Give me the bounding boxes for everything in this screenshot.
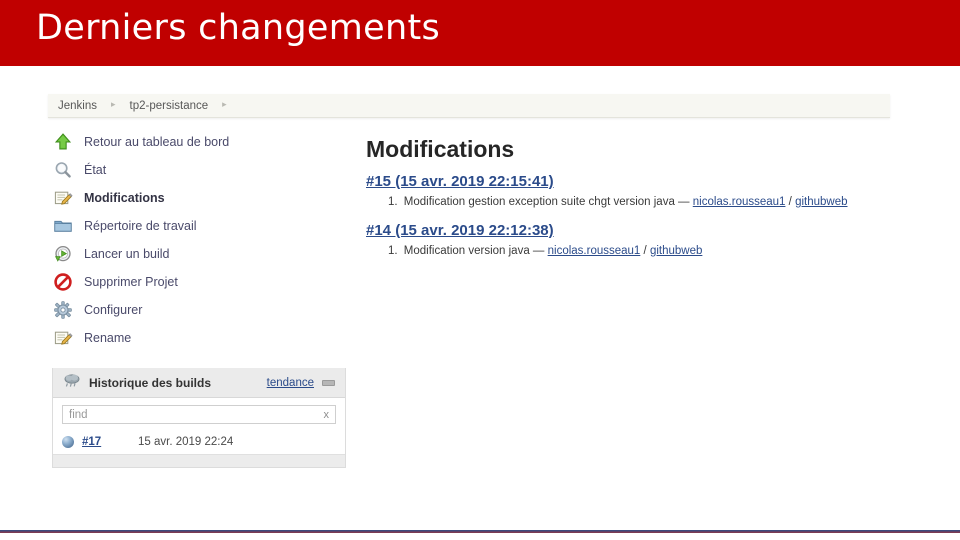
breadcrumb-item-project[interactable]: tp2-persistance <box>130 100 209 112</box>
find-placeholder: find <box>69 408 88 421</box>
weather-cloud-icon <box>63 372 81 393</box>
sidebar-item-retour-tableau-de-bord[interactable]: Retour au tableau de bord <box>52 128 348 156</box>
build-date: 15 avr. 2019 22:24 <box>138 436 234 448</box>
build-history-panel: Historique des builds tendance find x #1… <box>52 368 346 468</box>
build-status-ball-icon <box>62 436 74 448</box>
build-row[interactable]: #17 15 avr. 2019 22:24 <box>53 430 345 454</box>
changeset-list: 1. Modification gestion exception suite … <box>366 196 886 208</box>
changeset-build-link[interactable]: #14 (15 avr. 2019 22:12:38) <box>366 222 886 239</box>
build-find-input[interactable]: find x <box>62 405 336 424</box>
changeset-index: 1. <box>388 196 398 208</box>
sidebar-item-supprimer-projet[interactable]: Supprimer Projet <box>52 268 348 296</box>
changeset-message: Modification gestion exception suite chg… <box>403 196 675 208</box>
sidebar-item-label: Rename <box>84 331 132 345</box>
changeset-author-link[interactable]: nicolas.rousseau1 <box>693 196 786 208</box>
changeset-repo-link[interactable]: githubweb <box>795 196 847 208</box>
changeset-repo-link[interactable]: githubweb <box>650 245 702 257</box>
no-entry-icon <box>52 271 74 293</box>
sidebar-item-configurer[interactable]: Configurer <box>52 296 348 324</box>
list-item: 1. Modification gestion exception suite … <box>388 196 886 208</box>
build-find-area: find x <box>53 398 345 430</box>
magnifier-icon <box>52 159 74 181</box>
changeset-list: 1. Modification version java — nicolas.r… <box>366 245 886 257</box>
sidebar: Retour au tableau de bord État Modificat… <box>52 128 348 352</box>
sidebar-item-etat[interactable]: État <box>52 156 348 184</box>
chevron-right-icon: ▸ <box>222 99 227 109</box>
list-item: 1. Modification version java — nicolas.r… <box>388 245 886 257</box>
edit-pencil-icon <box>52 187 74 209</box>
page-title: Derniers changements <box>36 8 441 48</box>
build-history-title: Historique des builds <box>89 375 212 390</box>
sidebar-item-rename[interactable]: Rename <box>52 324 348 352</box>
sidebar-item-label: Supprimer Projet <box>84 275 178 289</box>
sidebar-item-repertoire-de-travail[interactable]: Répertoire de travail <box>52 212 348 240</box>
build-number-link[interactable]: #17 <box>82 436 138 448</box>
build-history-header: Historique des builds tendance <box>53 368 345 398</box>
jenkins-screenshot: Jenkins ▸ tp2-persistance ▸ Retour au ta… <box>0 66 960 530</box>
sidebar-item-lancer-un-build[interactable]: Lancer un build <box>52 240 348 268</box>
sidebar-item-label: Retour au tableau de bord <box>84 135 230 149</box>
up-arrow-icon <box>52 131 74 153</box>
clear-icon[interactable]: x <box>324 409 330 421</box>
breadcrumb: Jenkins ▸ tp2-persistance ▸ <box>48 94 890 118</box>
sidebar-item-label: Configurer <box>84 303 143 317</box>
main-content: Modifications #15 (15 avr. 2019 22:15:41… <box>366 136 886 271</box>
sidebar-item-label: Modifications <box>84 191 165 205</box>
sidebar-item-label: Répertoire de travail <box>84 219 197 233</box>
changeset-index: 1. <box>388 245 398 257</box>
changeset-author-link[interactable]: nicolas.rousseau1 <box>548 245 641 257</box>
chevron-right-icon: ▸ <box>111 99 116 109</box>
changeset-slash: / <box>643 245 647 257</box>
sidebar-item-label: État <box>84 163 107 177</box>
gear-icon <box>52 299 74 321</box>
slide-title-banner: Derniers changements <box>0 0 960 66</box>
play-clock-icon <box>52 243 74 265</box>
sidebar-item-modifications[interactable]: Modifications <box>52 184 348 212</box>
sidebar-item-label: Lancer un build <box>84 247 170 261</box>
changeset-build-link[interactable]: #15 (15 avr. 2019 22:15:41) <box>366 173 886 190</box>
breadcrumb-item-jenkins[interactable]: Jenkins <box>58 100 97 112</box>
changeset-dash: — <box>678 196 690 208</box>
content-heading: Modifications <box>366 136 515 162</box>
folder-icon <box>52 215 74 237</box>
changeset-slash: / <box>788 196 792 208</box>
dash-icon[interactable] <box>322 379 335 386</box>
build-history-footer <box>53 454 345 467</box>
trend-link[interactable]: tendance <box>267 377 314 389</box>
changeset-dash: — <box>532 245 545 257</box>
edit-pencil-icon <box>52 327 74 349</box>
changeset-message: Modification version java <box>403 245 530 257</box>
bottom-divider <box>0 530 960 533</box>
